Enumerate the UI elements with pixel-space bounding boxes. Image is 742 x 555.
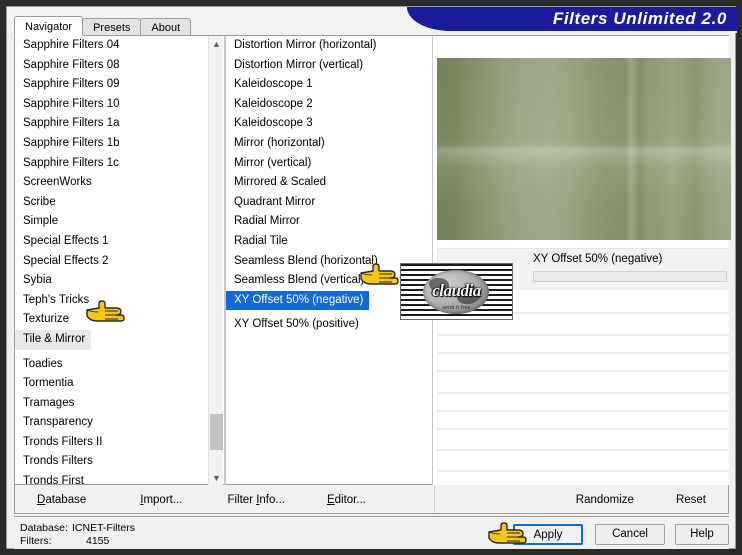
category-list[interactable]: Sapphire Filters 04 Sapphire Filters 08 …: [15, 36, 224, 484]
separator-line: [437, 352, 729, 354]
cancel-button[interactable]: Cancel: [595, 524, 665, 545]
list-item[interactable]: Kaleidoscope 3: [226, 114, 430, 134]
separator-line: [437, 410, 729, 412]
list-item[interactable]: Distortion Mirror (horizontal): [226, 36, 430, 56]
list-item[interactable]: Simple: [15, 212, 224, 232]
editor-button[interactable]: Editor...: [327, 494, 366, 506]
list-item[interactable]: Transparency: [15, 413, 224, 433]
list-item[interactable]: Kaleidoscope 1: [226, 75, 430, 95]
category-list-scrollbar[interactable]: ▲ ▼: [208, 36, 223, 486]
list-item[interactable]: Quadrant Mirror: [226, 193, 430, 213]
list-item[interactable]: Tronds First: [15, 472, 224, 484]
apply-button[interactable]: Apply: [513, 524, 583, 545]
filter-list[interactable]: Distortion Mirror (horizontal) Distortio…: [225, 36, 430, 484]
list-item[interactable]: Tormentia: [15, 374, 224, 394]
list-item[interactable]: Sapphire Filters 10: [15, 95, 224, 115]
filters-unlimited-window: Filters Unlimited 2.0 Navigator Presets …: [0, 0, 742, 555]
randomize-button[interactable]: Randomize: [576, 494, 634, 506]
separator-line: [437, 334, 729, 336]
list-item[interactable]: Tronds Filters: [15, 452, 224, 472]
list-item[interactable]: Special Effects 2: [15, 252, 224, 272]
main-content: Sapphire Filters 04 Sapphire Filters 08 …: [14, 35, 731, 486]
list-item[interactable]: Texturize: [15, 310, 224, 330]
separator-line: [437, 370, 729, 372]
separator-line: [437, 449, 729, 451]
chevron-down-icon[interactable]: ▼: [209, 470, 224, 486]
database-status-value: ICNET-Filters: [72, 522, 135, 534]
list-item[interactable]: Tronds Filters II: [15, 433, 224, 453]
watermark-text: claudia: [432, 281, 481, 300]
filters-status-value: 4155: [86, 535, 110, 547]
separator-line: [437, 428, 729, 430]
status-bar: Database: ICNET-Filters Filters: 4155 Appl…: [14, 516, 729, 549]
tab-presets[interactable]: Presets: [82, 18, 142, 36]
help-button[interactable]: Help: [675, 524, 729, 545]
list-item[interactable]: Tramages: [15, 394, 224, 414]
tab-navigator[interactable]: Navigator: [14, 16, 84, 36]
filters-status: Filters: 4155: [20, 535, 109, 547]
database-button[interactable]: Database: [37, 494, 86, 506]
app-title: Filters Unlimited 2.0: [552, 9, 727, 28]
list-item[interactable]: Teph's Tricks: [15, 291, 224, 311]
parameter-slider-track[interactable]: [533, 271, 727, 282]
scrollbar-thumb[interactable]: [210, 414, 223, 450]
list-item-tile-and-mirror[interactable]: Tile & Mirror: [15, 329, 92, 350]
preview-pane: XY Offset 50% (negative): [433, 36, 731, 486]
list-item[interactable]: Sapphire Filters 1c: [15, 154, 224, 174]
list-item[interactable]: Distortion Mirror (vertical): [226, 56, 430, 76]
list-item[interactable]: Scribe: [15, 193, 224, 213]
list-item[interactable]: Mirrored & Scaled: [226, 173, 430, 193]
tab-strip: Navigator Presets About: [14, 16, 192, 36]
list-item[interactable]: Sapphire Filters 1a: [15, 114, 224, 134]
toolbar-separator: [434, 486, 435, 513]
database-status-label: Database:: [20, 522, 68, 534]
parameter-separators: [437, 294, 729, 480]
list-item[interactable]: Toadies: [15, 355, 224, 375]
list-item[interactable]: Kaleidoscope 2: [226, 95, 430, 115]
toolbar-right-group: Randomize Reset: [576, 485, 728, 514]
list-item[interactable]: Radial Mirror: [226, 212, 430, 232]
import-button[interactable]: Import...: [140, 494, 182, 506]
list-item[interactable]: Sapphire Filters 1b: [15, 134, 224, 154]
list-item[interactable]: Special Effects 1: [15, 232, 224, 252]
filter-preview-image[interactable]: [437, 58, 731, 240]
list-item[interactable]: ScreenWorks: [15, 173, 224, 193]
filters-status-label: Filters:: [20, 535, 52, 547]
window-inner-frame: Filters Unlimited 2.0 Navigator Presets …: [6, 6, 737, 549]
list-item[interactable]: Sapphire Filters 09: [15, 75, 224, 95]
toolbar-left-group: Database Import... Filter Info... Editor…: [15, 485, 366, 514]
list-item-xy-offset-negative[interactable]: XY Offset 50% (negative): [226, 290, 370, 311]
list-item[interactable]: Sapphire Filters 08: [15, 56, 224, 76]
reset-button[interactable]: Reset: [676, 494, 706, 506]
list-item[interactable]: Mirror (vertical): [226, 154, 430, 174]
list-item[interactable]: Sybia: [15, 271, 224, 291]
parameter-label: XY Offset 50% (negative): [533, 253, 663, 265]
list-item[interactable]: Mirror (horizontal): [226, 134, 430, 154]
list-item[interactable]: Radial Tile: [226, 232, 430, 252]
filter-info-button[interactable]: Filter Info...: [227, 494, 285, 506]
separator-line: [437, 392, 729, 394]
separator-line: [437, 470, 729, 472]
chevron-up-icon[interactable]: ▲: [209, 36, 224, 52]
database-status: Database: ICNET-Filters: [20, 522, 135, 534]
bottom-toolbar: Database Import... Filter Info... Editor…: [14, 485, 729, 514]
tab-about[interactable]: About: [140, 18, 192, 36]
list-item[interactable]: Sapphire Filters 04: [15, 36, 224, 56]
watermark-subtext: send it free: [442, 305, 471, 311]
claudia-watermark: claudia send it free: [400, 263, 513, 320]
window-outer-frame: Filters Unlimited 2.0 Navigator Presets …: [0, 0, 742, 555]
